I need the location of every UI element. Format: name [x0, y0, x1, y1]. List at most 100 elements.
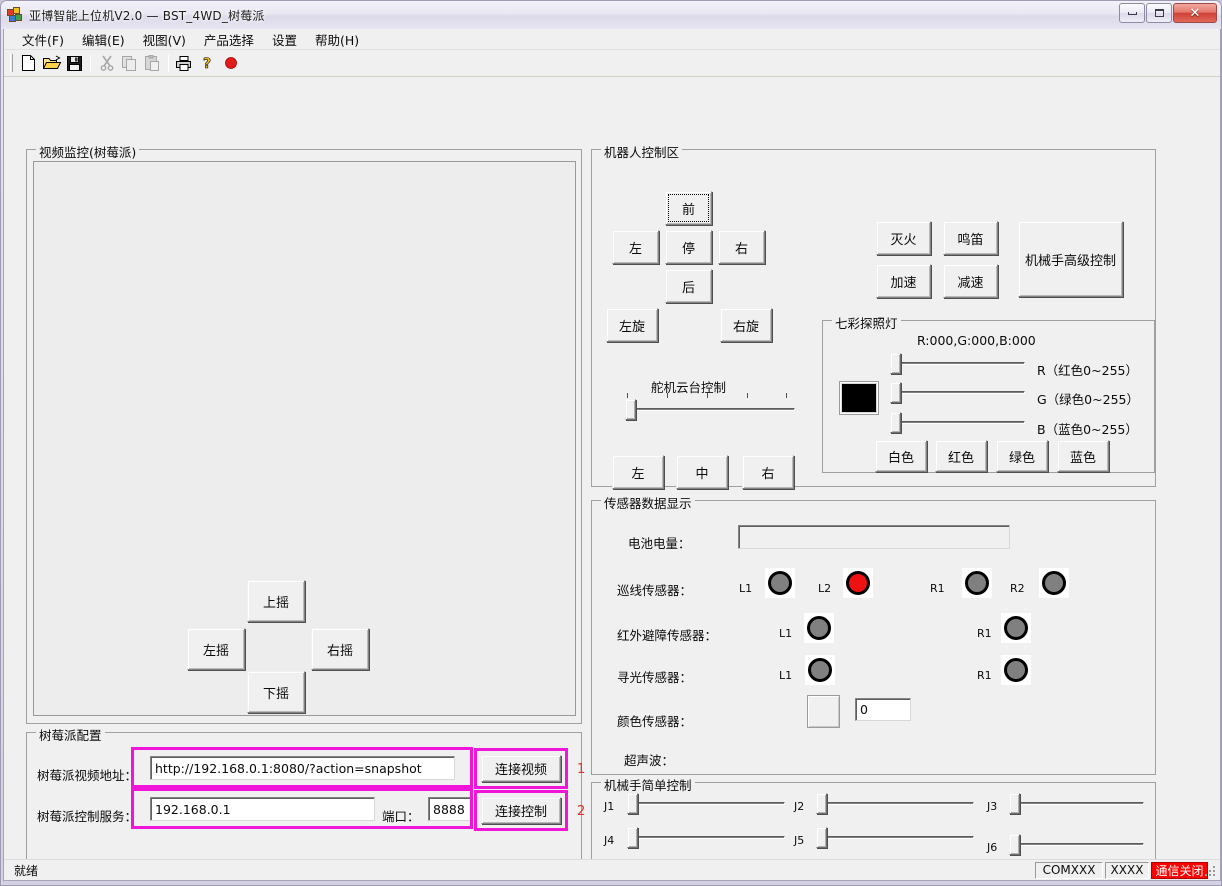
pan-up-button[interactable]: 上摇: [247, 580, 305, 622]
pan-right-button[interactable]: 右摇: [311, 628, 369, 670]
rgb-blue-slider-thumb[interactable]: [890, 412, 901, 433]
save-button[interactable]: [63, 52, 86, 74]
gimbal-slider[interactable]: [617, 393, 795, 421]
joint-j2-label: J2: [794, 800, 805, 813]
minimize-icon: [1127, 11, 1137, 15]
color-sensor-value-field[interactable]: 0: [855, 698, 911, 721]
arm-advanced-control-button[interactable]: 机械手高级控制: [1018, 221, 1123, 297]
status-bar: 就绪 COMXXX XXXX 通信关闭: [4, 859, 1220, 880]
open-folder-button[interactable]: [40, 52, 63, 74]
move-stop-button[interactable]: 停: [665, 230, 712, 264]
light-sensor-led-r1: [1001, 655, 1031, 685]
title-bar[interactable]: 亚博智能上位机V2.0 — BST_4WD_树莓派 ✕: [1, 1, 1221, 29]
maximize-button[interactable]: [1146, 3, 1172, 23]
cut-scissors-icon: [100, 55, 113, 71]
rgb-preset-blue-button[interactable]: 蓝色: [1057, 440, 1109, 472]
light-sensor-label: 寻光传感器：: [617, 670, 693, 685]
rgb-light-title: 七彩探照灯: [832, 313, 901, 332]
help-question-icon: ?: [202, 56, 211, 71]
video-address-input[interactable]: http://192.168.0.1:8080/?action=snapshot: [150, 756, 455, 780]
print-icon: [176, 55, 191, 71]
help-button[interactable]: ?: [196, 52, 219, 74]
application-window: 亚博智能上位机V2.0 — BST_4WD_树莓派 ✕ 文件(F) 编辑(E) …: [0, 0, 1222, 886]
horn-button[interactable]: 鸣笛: [943, 221, 998, 255]
rgb-red-slider-thumb[interactable]: [890, 353, 901, 374]
gimbal-center-button[interactable]: 中: [676, 455, 728, 489]
rgb-preset-white-button[interactable]: 白色: [875, 440, 927, 472]
minimize-button[interactable]: [1119, 3, 1145, 23]
record-button[interactable]: [219, 52, 242, 74]
app-icon: [7, 7, 23, 23]
joint-j5-slider[interactable]: [816, 827, 974, 849]
move-forward-button[interactable]: 前: [665, 191, 712, 225]
menu-file[interactable]: 文件(F): [13, 28, 73, 51]
rotate-right-button[interactable]: 右旋: [720, 308, 772, 342]
control-service-input[interactable]: 192.168.0.1: [150, 797, 375, 821]
video-monitor-title: 视频监控(树莓派): [36, 142, 140, 161]
joint-j3-slider-thumb[interactable]: [1009, 793, 1020, 814]
rgb-red-slider[interactable]: [890, 353, 1025, 375]
color-sensor-label: 颜色传感器：: [617, 714, 693, 729]
joint-j1-slider[interactable]: [627, 793, 785, 815]
toolbar-grip[interactable]: [10, 54, 13, 72]
accelerate-button[interactable]: 加速: [876, 264, 931, 298]
decelerate-button[interactable]: 减速: [943, 264, 998, 298]
rgb-green-slider-thumb[interactable]: [890, 382, 901, 403]
light-sensor-tag-r1: R1: [977, 669, 992, 682]
joint-j2-slider-track: [826, 802, 974, 805]
line-sensor-tag-l2: L2: [818, 582, 832, 595]
pan-down-button[interactable]: 下摇: [247, 671, 305, 713]
rgb-green-slider[interactable]: [890, 382, 1025, 404]
record-circle-icon: [224, 57, 237, 69]
ir-sensor-led-r1: [1001, 613, 1031, 643]
gimbal-slider-ticks: [627, 393, 793, 398]
copy-icon: [122, 55, 136, 71]
window-controls: ✕: [1119, 3, 1217, 23]
joint-j4-slider[interactable]: [627, 827, 785, 849]
menu-help[interactable]: 帮助(H): [306, 28, 368, 51]
status-baud-rate: XXXX: [1105, 861, 1149, 879]
move-right-button[interactable]: 右: [718, 230, 765, 264]
menu-settings[interactable]: 设置: [263, 28, 306, 51]
rgb-preset-green-button[interactable]: 绿色: [996, 440, 1048, 472]
menu-edit[interactable]: 编辑(E): [73, 28, 134, 51]
joint-j4-slider-track: [637, 836, 785, 839]
ir-sensor-tag-l1: L1: [779, 627, 793, 640]
joint-j4-slider-thumb[interactable]: [627, 827, 638, 848]
new-file-icon: [22, 55, 35, 71]
rgb-preset-red-button[interactable]: 红色: [935, 440, 987, 472]
main-content: 视频监控(树莓派) 上摇 左摇 右摇 下摇 树莓派配置 树莓派视频地址： htt…: [4, 77, 1220, 867]
maximize-icon: [1154, 9, 1164, 17]
joint-j5-slider-thumb[interactable]: [816, 827, 827, 848]
new-file-button[interactable]: [17, 52, 40, 74]
ultrasonic-label: 超声波：: [624, 753, 675, 768]
rotate-left-button[interactable]: 左旋: [606, 308, 658, 342]
paste-icon: [145, 55, 159, 71]
pan-left-button[interactable]: 左摇: [187, 628, 245, 670]
video-preview-pane[interactable]: [33, 161, 576, 716]
move-back-button[interactable]: 后: [665, 269, 712, 303]
joint-j2-slider[interactable]: [816, 793, 974, 815]
joint-j3-slider[interactable]: [1009, 793, 1144, 815]
rgb-blue-slider[interactable]: [890, 412, 1025, 434]
menu-product-select[interactable]: 产品选择: [195, 28, 263, 51]
gimbal-slider-thumb[interactable]: [625, 399, 636, 420]
connect-control-button[interactable]: 连接控制: [481, 797, 561, 824]
fire-extinguish-button[interactable]: 灭火: [876, 221, 931, 255]
move-left-button[interactable]: 左: [612, 230, 659, 264]
port-input[interactable]: 8888: [428, 797, 472, 821]
resize-grip[interactable]: [1203, 864, 1217, 878]
marker-2: 2: [577, 804, 586, 819]
joint-j1-slider-thumb[interactable]: [627, 793, 638, 814]
print-button[interactable]: [173, 52, 196, 74]
joint-j6-slider[interactable]: [1009, 834, 1144, 856]
gimbal-right-button[interactable]: 右: [742, 455, 794, 489]
connect-video-button[interactable]: 连接视频: [481, 755, 561, 782]
joint-j6-slider-thumb[interactable]: [1009, 834, 1020, 855]
gimbal-left-button[interactable]: 左: [612, 455, 664, 489]
rgb-green-label: G（绿色0~255）: [1037, 392, 1139, 407]
menu-view[interactable]: 视图(V): [134, 28, 195, 51]
joint-j2-slider-thumb[interactable]: [816, 793, 827, 814]
close-button[interactable]: ✕: [1173, 3, 1217, 23]
gimbal-slider-track: [627, 408, 795, 411]
